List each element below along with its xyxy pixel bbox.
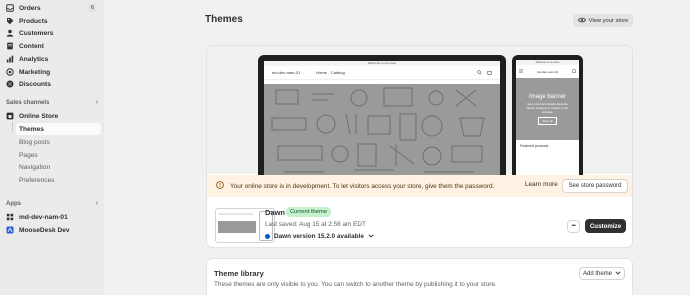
- nav-discounts-label: Discounts: [19, 80, 51, 88]
- preview-store-name: md-dev-nam-01: [272, 70, 301, 75]
- nav-app-moosedesk-label: MooseDesk Dev: [19, 226, 70, 234]
- target-icon: [6, 68, 14, 76]
- cart-icon: [572, 69, 576, 74]
- sidebar: Orders 6 Products Customers Content Anal…: [0, 0, 104, 295]
- nav-pages[interactable]: Pages: [16, 149, 101, 161]
- ellipsis-icon: •••: [571, 223, 576, 229]
- more-actions-button[interactable]: •••: [567, 220, 580, 233]
- apps-heading: Apps: [6, 201, 21, 207]
- thumbnail-header: [219, 213, 253, 215]
- nav-app-md-dev[interactable]: md-dev-nam-01: [3, 211, 101, 223]
- sub-nav-guide: [12, 122, 13, 132]
- mobile-preview-screen: Welcome to our store md-dev-nam-01 Image…: [516, 60, 579, 179]
- customize-button[interactable]: Customize: [585, 219, 626, 233]
- nav-discounts[interactable]: Discounts: [3, 78, 101, 90]
- nav-preferences-label: Preferences: [19, 176, 55, 184]
- phone-store-name: md-dev-nam-01: [536, 69, 559, 74]
- bar-chart-icon: [6, 55, 14, 63]
- theme-preview[interactable]: Welcome to our store md-dev-nam-01 Home …: [207, 46, 632, 179]
- add-theme-label: Add theme: [582, 270, 613, 277]
- banner-button: Shop all: [538, 116, 557, 125]
- version-text: Dawn version 15.2.0 available: [274, 233, 364, 240]
- cart-icon: [487, 70, 492, 76]
- theme-name: Dawn: [265, 208, 286, 217]
- chevron-down-icon: [368, 233, 374, 240]
- inbox-icon: [6, 4, 14, 12]
- nav-navigation-label: Navigation: [19, 163, 51, 171]
- nav-products[interactable]: Products: [3, 15, 101, 27]
- nav-navigation[interactable]: Navigation: [16, 161, 101, 173]
- thumbnail-hero: [218, 221, 256, 233]
- nav-app-moosedesk[interactable]: MooseDesk Dev: [3, 224, 101, 236]
- nav-online-store[interactable]: Online Store: [3, 110, 101, 122]
- tag-icon: [6, 17, 14, 25]
- chevron-right-icon[interactable]: ›: [96, 200, 98, 207]
- version-available[interactable]: Dawn version 15.2.0 available: [265, 233, 374, 240]
- notice-text: Your online store is in development. To …: [230, 182, 495, 190]
- current-theme-card: Welcome to our store md-dev-nam-01 Home …: [206, 45, 633, 248]
- preview-header: md-dev-nam-01 Home Catalog: [264, 66, 500, 80]
- search-icon: [477, 69, 482, 76]
- preview-hero-image: [264, 84, 500, 179]
- current-theme-badge: Current theme: [286, 207, 332, 217]
- nav-marketing[interactable]: Marketing: [3, 66, 101, 78]
- nav-orders-label: Orders: [19, 4, 41, 12]
- nav-pages-label: Pages: [19, 151, 38, 159]
- development-notice: Your online store is in development. To …: [207, 175, 632, 197]
- chevron-down-icon: [615, 270, 621, 277]
- mobile-preview: Welcome to our store md-dev-nam-01 Image…: [512, 55, 583, 179]
- banner-title: Image banner: [528, 93, 567, 100]
- preview-nav-catalog: Catalog: [330, 70, 345, 75]
- nav-blog-posts-label: Blog posts: [19, 138, 50, 146]
- nav-marketing-label: Marketing: [19, 68, 51, 76]
- sales-channels-heading: Sales channels: [6, 100, 50, 106]
- nav-customers[interactable]: Customers: [3, 27, 101, 39]
- phone-image-banner: Image banner Give customers details abou…: [516, 78, 579, 140]
- preview-header-icons: [477, 69, 492, 76]
- last-saved-text: Last saved: Aug 15 at 2:58 am EDT: [265, 221, 366, 228]
- nav-preferences[interactable]: Preferences: [16, 174, 101, 186]
- menu-icon: [519, 69, 523, 74]
- store-icon: [6, 112, 14, 120]
- nav-blog-posts[interactable]: Blog posts: [16, 136, 101, 148]
- learn-more-link[interactable]: Learn more: [525, 181, 558, 188]
- featured-products-heading: Featured products: [520, 144, 549, 148]
- preview-nav-home: Home: [316, 70, 327, 75]
- page-title: Themes: [205, 14, 243, 25]
- nav-content[interactable]: Content: [3, 40, 101, 52]
- nav-products-label: Products: [19, 17, 48, 25]
- eye-icon: [577, 17, 586, 25]
- status-dot-icon: [265, 234, 270, 239]
- add-theme-button[interactable]: Add theme: [579, 267, 625, 280]
- see-store-password-button[interactable]: See store password: [562, 179, 628, 193]
- chevron-right-icon[interactable]: ›: [96, 99, 98, 106]
- nav-content-label: Content: [19, 42, 44, 50]
- theme-library-description: These themes are only visible to you. Yo…: [214, 281, 497, 288]
- preview-hero-illustration: [271, 87, 485, 173]
- app-grid-icon: [6, 213, 14, 221]
- moosedesk-icon: [6, 226, 14, 234]
- nav-customers-label: Customers: [19, 29, 54, 37]
- nav-online-store-label: Online Store: [19, 112, 59, 120]
- document-icon: [6, 42, 14, 50]
- desktop-preview: Welcome to our store md-dev-nam-01 Home …: [258, 55, 506, 179]
- theme-library-card: Theme library These themes are only visi…: [206, 258, 633, 295]
- nav-app-md-dev-label: md-dev-nam-01: [19, 213, 68, 221]
- nav-orders[interactable]: Orders 6: [3, 2, 101, 14]
- warning-icon: [216, 181, 224, 191]
- discount-icon: [6, 80, 14, 88]
- person-icon: [6, 29, 14, 37]
- nav-analytics[interactable]: Analytics: [3, 53, 101, 65]
- view-store-button[interactable]: View your store: [573, 14, 633, 27]
- theme-library-title: Theme library: [214, 269, 264, 278]
- nav-themes[interactable]: Themes: [16, 123, 101, 135]
- banner-subtitle: Give customers details about the banner …: [526, 101, 569, 114]
- orders-count-badge: 6: [87, 4, 97, 12]
- phone-header: md-dev-nam-01: [516, 65, 579, 78]
- nav-themes-label: Themes: [19, 125, 44, 133]
- desktop-preview-screen: Welcome to our store md-dev-nam-01 Home …: [264, 61, 500, 179]
- view-store-label: View your store: [588, 17, 629, 24]
- nav-analytics-label: Analytics: [19, 55, 49, 63]
